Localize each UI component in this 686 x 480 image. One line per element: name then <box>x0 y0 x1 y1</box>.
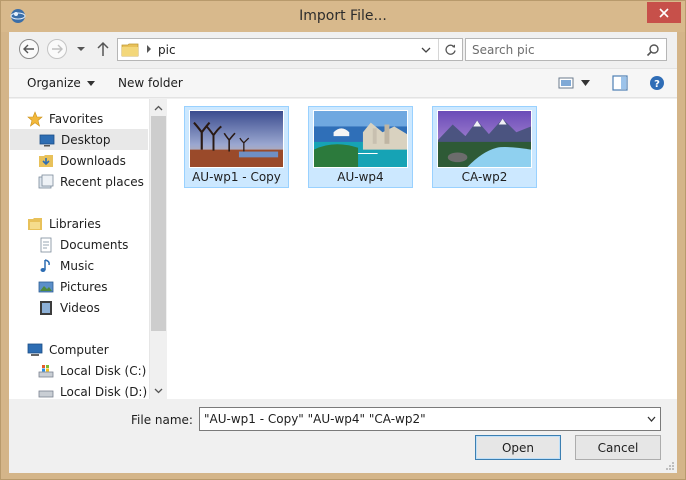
pictures-icon <box>38 281 54 292</box>
import-file-dialog: Import File... pic Search pic Organize N… <box>0 0 686 480</box>
forward-button[interactable] <box>47 39 67 59</box>
tree-label: Documents <box>60 237 129 252</box>
organize-label: Organize <box>27 76 81 90</box>
title-bar[interactable]: Import File... <box>1 1 685 32</box>
file-name-label: File name: <box>131 413 193 427</box>
window-title: Import File... <box>299 8 387 24</box>
address-path[interactable]: pic <box>158 43 176 57</box>
change-view-icon[interactable] <box>558 76 574 90</box>
downloads-folder-icon <box>39 154 53 167</box>
file-name: AU-wp1 - Copy <box>192 170 281 184</box>
tree-item-local-disk-c[interactable]: Local Disk (C:) <box>38 360 146 381</box>
address-row: pic <box>9 32 677 67</box>
tree-item-libraries[interactable]: Libraries <box>27 213 101 234</box>
documents-icon <box>40 237 52 252</box>
command-bar: Organize New folder ? <box>9 68 677 98</box>
address-bar[interactable]: pic <box>117 38 463 61</box>
file-name-field[interactable]: "AU-wp1 - Copy" "AU-wp4" "CA-wp2" <box>204 412 426 426</box>
tree-item-downloads[interactable]: Downloads <box>38 150 126 171</box>
navigation-pane[interactable]: Favorites Desktop Downloads Recent place… <box>9 99 166 399</box>
resize-grip-icon[interactable] <box>665 461 675 471</box>
new-folder-button[interactable]: New folder <box>118 76 183 90</box>
organize-menu[interactable]: Organize <box>27 76 95 90</box>
dialog-footer: File name: "AU-wp1 - Copy" "AU-wp4" "CA-… <box>9 399 677 473</box>
cancel-button[interactable]: Cancel <box>575 435 661 460</box>
image-thumbnail <box>189 110 284 168</box>
libraries-icon <box>28 217 42 230</box>
up-arrow-icon[interactable] <box>95 40 111 58</box>
tree-label: Music <box>60 258 95 273</box>
folder-icon <box>121 43 139 57</box>
chevron-down-icon <box>154 388 162 393</box>
nav-scrollbar[interactable] <box>149 99 166 399</box>
tree-label: Downloads <box>60 153 126 168</box>
tree-item-favorites[interactable]: Favorites <box>27 108 103 129</box>
tree-label: Local Disk (D:) <box>60 384 148 399</box>
tree-item-music[interactable]: Music <box>38 255 94 276</box>
search-box[interactable] <box>465 38 667 61</box>
arrow-left-icon <box>23 44 34 54</box>
file-name-combobox[interactable]: "AU-wp1 - Copy" "AU-wp4" "CA-wp2" <box>199 407 661 431</box>
tree-label: Desktop <box>61 132 111 147</box>
tree-label: Favorites <box>49 111 104 126</box>
tree-item-videos[interactable]: Videos <box>38 297 100 318</box>
chevron-down-icon[interactable] <box>420 44 432 56</box>
tree-label: Pictures <box>60 279 108 294</box>
arrow-right-icon <box>52 44 63 54</box>
star-icon <box>27 110 43 127</box>
videos-icon <box>40 300 52 315</box>
tree-item-local-disk-d[interactable]: Local Disk (D:) <box>38 381 147 399</box>
view-options-chevron-icon[interactable] <box>581 80 590 86</box>
back-button[interactable] <box>19 39 39 59</box>
file-tile[interactable]: AU-wp1 - Copy <box>184 106 289 188</box>
chevron-right-icon[interactable] <box>145 44 153 54</box>
close-button[interactable] <box>647 2 681 23</box>
search-icon[interactable] <box>646 43 660 57</box>
chevron-down-icon <box>86 80 95 86</box>
file-tile[interactable]: AU-wp4 <box>308 106 413 188</box>
tree-item-pictures[interactable]: Pictures <box>38 276 108 297</box>
tree-label: Recent places <box>60 174 144 189</box>
tree-label: Local Disk (C:) <box>60 363 147 378</box>
file-name: AU-wp4 <box>337 170 384 184</box>
refresh-button[interactable] <box>438 39 462 60</box>
preview-pane-icon[interactable] <box>612 75 628 91</box>
chevron-down-icon[interactable] <box>647 415 656 423</box>
tree-item-documents[interactable]: Documents <box>38 234 128 255</box>
refresh-icon <box>445 44 456 55</box>
tree-item-desktop[interactable]: Desktop <box>10 129 148 150</box>
svg-text:?: ? <box>654 79 660 90</box>
image-thumbnail <box>313 110 408 168</box>
tree-label: Videos <box>60 300 100 315</box>
close-icon <box>659 7 669 18</box>
image-thumbnail <box>437 110 532 168</box>
search-input[interactable] <box>472 42 642 58</box>
tree-item-computer[interactable]: Computer <box>27 339 109 360</box>
recent-locations-chevron-icon[interactable] <box>75 42 87 56</box>
scroll-up-button[interactable] <box>150 99 166 116</box>
tree-label: Computer <box>49 342 109 357</box>
file-name: CA-wp2 <box>461 170 508 184</box>
file-tile[interactable]: CA-wp2 <box>432 106 537 188</box>
tree-label: Libraries <box>49 216 101 231</box>
scroll-down-button[interactable] <box>150 382 166 399</box>
file-list[interactable]: AU-wp1 - Copy AU-wp4 CA-wp2 <box>167 99 677 399</box>
music-note-icon <box>40 258 50 272</box>
drive-icon <box>38 390 54 397</box>
help-icon[interactable]: ? <box>649 75 665 91</box>
open-button[interactable]: Open <box>475 435 561 460</box>
system-drive-icon <box>38 364 54 377</box>
computer-icon <box>27 343 43 356</box>
tree-item-recent-places[interactable]: Recent places <box>38 171 144 192</box>
dialog-client-area: pic Search pic Organize New folder ? Fav… <box>9 32 677 473</box>
scroll-thumb[interactable] <box>151 116 166 331</box>
recent-places-icon <box>38 174 54 188</box>
desktop-icon <box>39 134 55 146</box>
chevron-up-icon <box>154 105 162 110</box>
